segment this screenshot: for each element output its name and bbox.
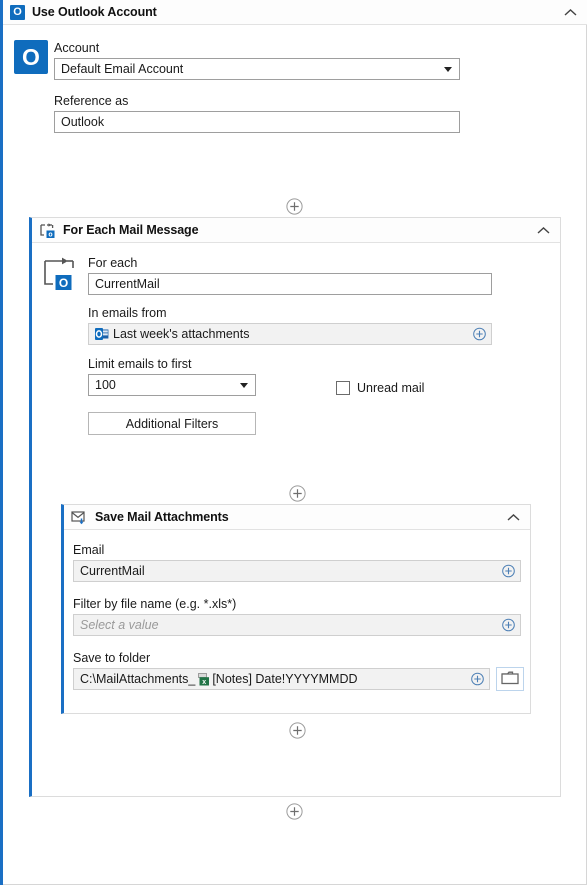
account-label: Account [54,41,100,55]
outlook-account-icon: O [14,40,48,74]
outlook-icon: O [10,4,25,20]
use-outlook-account-header[interactable]: O Use Outlook Account [3,0,587,25]
unread-mail-checkbox-row[interactable]: Unread mail [336,381,424,395]
plus-circle-icon[interactable] [502,564,515,578]
unread-mail-checkbox[interactable] [336,381,350,395]
save-to-folder-suffix: [Notes] Date!YYYYMMDD [212,672,358,686]
limit-emails-label: Limit emails to first [88,357,192,371]
reference-as-label: Reference as [54,94,129,108]
excel-icon: x [197,672,210,686]
plus-circle-icon[interactable] [473,327,486,341]
save-to-folder-label: Save to folder [73,651,151,665]
save-mail-attachments-block: Save Mail Attachments Email CurrentMail [61,504,531,714]
account-select[interactable]: Default Email Account [54,58,460,80]
for-each-label: For each [88,256,138,270]
plus-circle-icon[interactable] [471,672,484,686]
in-emails-from-value: Last week's attachments [113,327,250,341]
additional-filters-label: Additional Filters [125,416,219,431]
chevron-down-icon [444,67,452,72]
for-each-mail-message-title: For Each Mail Message [63,223,199,237]
chevron-down-icon [240,383,248,388]
chevron-up-icon[interactable] [563,5,577,19]
save-mail-attachments-header[interactable]: Save Mail Attachments [64,505,530,530]
loop-outlook-icon: o [39,222,56,238]
save-to-folder-input[interactable]: C:\MailAttachments_ x [Notes] Date!YYYYM… [73,668,490,690]
chevron-up-icon[interactable] [536,223,550,237]
limit-emails-select[interactable]: 100 [88,374,256,396]
additional-filters-button[interactable]: Additional Filters [88,412,256,435]
outlook-folder-icon [95,328,109,340]
use-outlook-account-title: Use Outlook Account [32,5,157,19]
for-each-variable-input[interactable]: CurrentMail [88,273,492,295]
filter-by-file-name-label: Filter by file name (e.g. *.xls*) [73,597,237,611]
save-mail-attachments-title: Save Mail Attachments [95,510,229,524]
save-to-folder-prefix: C:\MailAttachments_ [80,672,196,686]
filter-by-file-name-input[interactable]: Select a value [73,614,521,636]
email-input[interactable]: CurrentMail [73,560,521,582]
browse-folder-button[interactable] [496,667,524,691]
email-value: CurrentMail [80,564,145,578]
reference-as-input[interactable]: Outlook [54,111,460,133]
svg-text:x: x [203,679,207,686]
use-outlook-account-block: O Use Outlook Account O Account Default … [0,0,587,885]
add-step-inside-foreach[interactable] [289,485,306,502]
for-each-variable-value: CurrentMail [95,277,160,291]
for-each-mail-message-block: o For Each Mail Message O For each Curre… [29,217,561,797]
limit-emails-value: 100 [95,378,116,392]
for-each-mail-message-header[interactable]: o For Each Mail Message [32,218,560,243]
chevron-up-icon[interactable] [506,510,520,524]
add-step-after-save[interactable] [289,722,306,739]
reference-as-value: Outlook [61,115,105,129]
folder-icon [501,671,519,688]
for-each-loop-icon: O [41,257,81,291]
account-value: Default Email Account [61,62,184,76]
svg-text:o: o [48,231,52,237]
email-label: Email [73,543,105,557]
add-step-after-outlook[interactable] [286,198,303,215]
svg-text:O: O [59,276,68,290]
unread-mail-label: Unread mail [357,381,425,395]
plus-circle-icon[interactable] [502,618,515,632]
in-emails-from-label: In emails from [88,306,167,320]
filter-by-file-name-placeholder: Select a value [80,618,159,632]
in-emails-from-input[interactable]: Last week's attachments [88,323,492,345]
add-step-after-foreach[interactable] [286,803,303,820]
mail-download-icon [71,510,88,525]
